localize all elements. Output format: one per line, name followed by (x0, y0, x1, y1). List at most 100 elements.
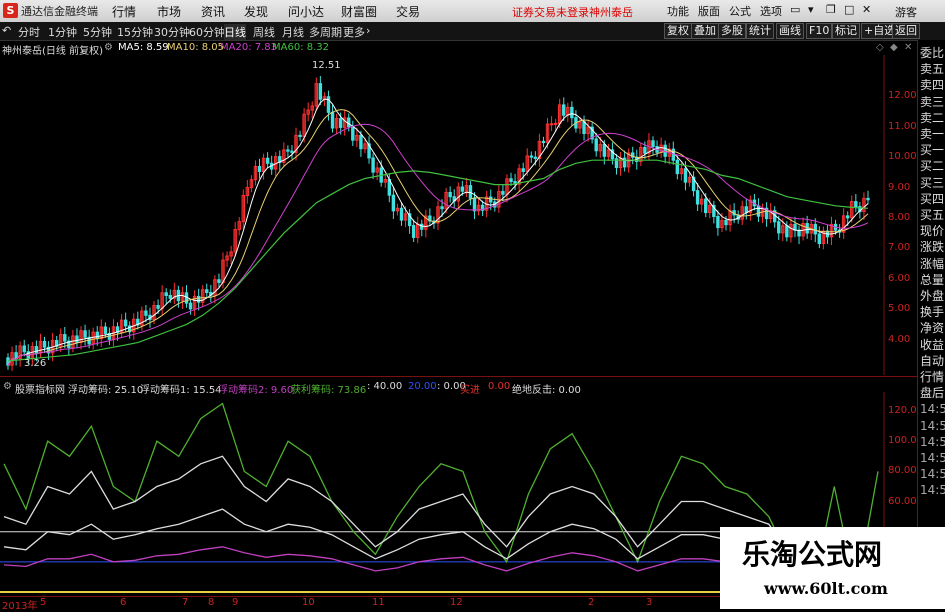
candle-body (533, 156, 538, 159)
candle-body (541, 140, 546, 144)
y-axis-tick: 12.00 (888, 90, 917, 102)
candle-body (744, 206, 749, 214)
menu-item-market[interactable]: 市场 (157, 3, 181, 20)
candle-body (347, 117, 351, 128)
candle-body (683, 168, 688, 183)
guest-label[interactable]: 游客 (895, 4, 917, 20)
dropdown-icon[interactable]: ▾ (808, 3, 814, 16)
menu-item-news[interactable]: 资讯 (201, 3, 225, 20)
restore-icon[interactable]: ❐ (826, 3, 836, 16)
candle-body (144, 310, 148, 316)
menu-item-ask[interactable]: 问小达 (288, 3, 324, 20)
candle-body (651, 140, 655, 148)
candle-body (602, 143, 607, 157)
period-5min[interactable]: 5分钟 (83, 24, 112, 40)
app-logo-icon: S (3, 3, 18, 18)
formula-button[interactable]: 公式 (729, 3, 751, 19)
x-axis-tick: 2 (588, 597, 595, 608)
period-more[interactable]: 更多 (343, 24, 365, 40)
collapse-icon[interactable]: ✕ (904, 42, 912, 53)
x-axis-tick: 12 (450, 597, 463, 608)
candle-body (675, 159, 680, 175)
options-button[interactable]: 选项 (760, 3, 782, 19)
side-panel-label: 买一 (920, 143, 945, 158)
back-button[interactable]: 返回 (892, 23, 920, 39)
f10-button[interactable]: F10 (806, 23, 833, 39)
more-chevron-icon[interactable]: › (366, 24, 370, 37)
x-axis-tick: 3 (646, 597, 653, 608)
period-daily[interactable]: 日线 (224, 24, 246, 40)
pan-left-icon[interactable]: ◇ (876, 42, 884, 53)
candle-body (440, 206, 444, 210)
statistics-button[interactable]: 统计 (746, 23, 774, 39)
period-monthly[interactable]: 月线 (282, 24, 304, 40)
y-axis-tick: 7.00 (888, 242, 911, 254)
period-30min[interactable]: 30分钟 (154, 24, 190, 40)
candle-body (724, 219, 728, 226)
quote-side-panel[interactable]: 委比 卖五 卖四 卖三 卖二 卖一 买一 买二 买三 买四 买五 现价 涨跌 涨幅 总量 外盘 换手 净资 收益 自动… (917, 40, 945, 540)
side-panel-label: 总量 (920, 272, 945, 287)
menu-item-quotes[interactable]: 行情 (112, 3, 136, 20)
restore-rights-button[interactable]: 复权 (664, 23, 692, 39)
low-price-label: 3.26 (24, 358, 47, 369)
candlestick-chart[interactable] (0, 55, 917, 375)
x-axis-tick: 9 (232, 597, 239, 608)
candle-body (813, 223, 817, 235)
x-axis-tick: 8 (208, 597, 215, 608)
candle-body (460, 186, 465, 192)
close-icon[interactable]: ✕ (862, 3, 871, 16)
side-panel-label: 换手 (920, 305, 945, 320)
period-15min[interactable]: 15分钟 (117, 24, 153, 40)
candle-body (529, 155, 534, 158)
period-toolbar: ↶ 分时 1分钟 5分钟 15分钟 30分钟 60分钟 日线 周线 月线 多周期… (0, 22, 945, 41)
candle-body (489, 196, 493, 203)
candle-body (217, 279, 221, 283)
candle-body (196, 295, 201, 303)
function-button[interactable]: 功能 (667, 3, 689, 19)
candle-body (359, 134, 363, 150)
ma5-label: MA5: 8.59 (118, 42, 169, 53)
ma10-label: MA10: 8.05 (167, 42, 225, 53)
overlay-button[interactable]: 叠加 (691, 23, 719, 39)
settings-gear-icon[interactable]: ⚙ (104, 42, 113, 53)
candle-body (472, 197, 477, 212)
candle-body (168, 295, 172, 299)
candle-body (265, 157, 270, 164)
login-notice[interactable]: 证券交易未登录 (512, 4, 589, 20)
side-panel-label: 净资 (920, 321, 945, 336)
period-60min[interactable]: 60分钟 (189, 24, 225, 40)
candle-body (582, 121, 586, 134)
draw-line-button[interactable]: 画线 (776, 23, 804, 39)
zoom-icon[interactable]: ◆ (890, 42, 898, 53)
period-multi[interactable]: 多周期 (309, 24, 342, 40)
menu-item-wealth[interactable]: 财富圈 (341, 3, 377, 20)
menu-item-trade[interactable]: 交易 (396, 3, 420, 20)
maximize-icon[interactable]: □ (844, 3, 854, 16)
ma10-line (7, 109, 869, 366)
title-stock-name: 神州泰岳 (589, 6, 633, 19)
side-panel-label: 收益 (920, 337, 945, 352)
layout-button[interactable]: 版面 (698, 3, 720, 19)
candle-body (298, 134, 302, 138)
candle-body (371, 157, 375, 173)
side-panel-label: 卖一 (920, 127, 945, 141)
minimize-icon[interactable]: ▭ (790, 3, 800, 16)
candle-body (164, 292, 168, 297)
side-panel-label: 14:50 (920, 467, 945, 482)
candle-body (34, 346, 39, 354)
mark-button[interactable]: 标记 (832, 23, 860, 39)
period-1min[interactable]: 1分钟 (48, 24, 77, 40)
indicator-legend-item: : 40.00 (367, 381, 403, 392)
candle-body (391, 194, 396, 212)
menu-item-discover[interactable]: 发现 (244, 3, 268, 20)
period-weekly[interactable]: 周线 (253, 24, 275, 40)
side-panel-label: 涨幅 (920, 256, 945, 271)
side-panel-label: 盘后 (920, 386, 945, 401)
x-axis-tick: 10 (302, 597, 315, 608)
candle-body (521, 168, 525, 172)
back-arrow-icon[interactable]: ↶ (2, 24, 11, 37)
candle-body (846, 215, 850, 219)
indicator-gear-icon[interactable]: ⚙ (3, 381, 12, 392)
period-tick[interactable]: 分时 (18, 24, 40, 40)
multi-stock-button[interactable]: 多股 (718, 23, 746, 39)
